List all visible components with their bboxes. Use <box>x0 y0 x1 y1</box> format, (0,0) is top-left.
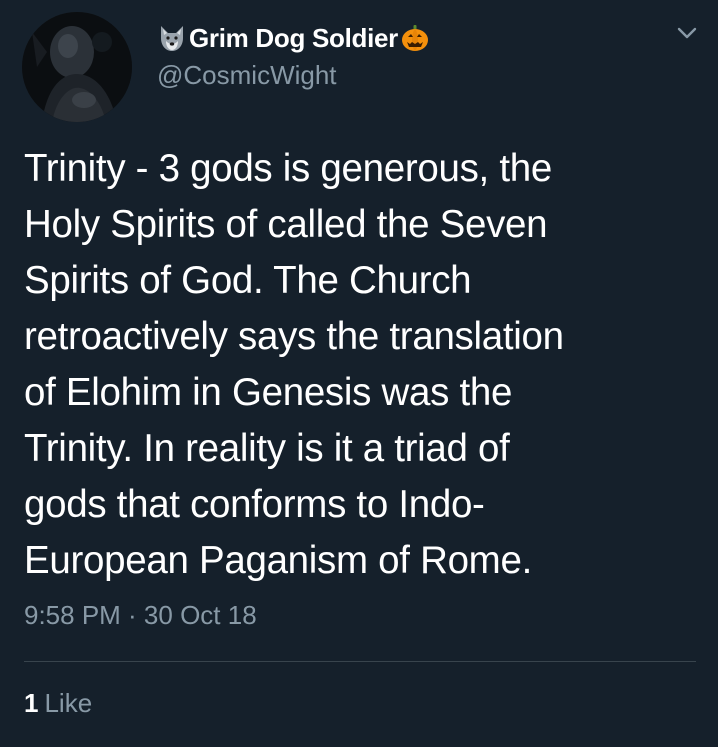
author-handle[interactable]: @CosmicWight <box>157 60 337 91</box>
tweet-text-line: Holy Spirits of called the Seven <box>24 203 548 246</box>
likes-label: Like <box>44 688 93 718</box>
chevron-down-icon[interactable] <box>674 20 700 46</box>
avatar-image <box>22 12 132 122</box>
avatar[interactable] <box>22 12 132 122</box>
divider <box>24 661 696 662</box>
tweet-text-line: European Paganism of Rome. <box>24 539 532 582</box>
likes-stat[interactable]: 1 Like <box>24 688 92 719</box>
tweet-text-line: Trinity. In reality is it a triad of <box>24 427 510 470</box>
jack-o-lantern-icon <box>400 23 430 53</box>
tweet-timestamp[interactable]: 9:58 PM · 30 Oct 18 <box>24 600 257 631</box>
tweet-text-line: retroactively says the translation <box>24 315 564 358</box>
tweet-text-line: of Elohim in Genesis was the <box>24 371 513 414</box>
tweet-text-line: Trinity - 3 gods is generous, the <box>24 147 552 190</box>
wolf-face-icon <box>157 23 187 53</box>
author-display-name: Grim Dog Soldier <box>189 22 399 53</box>
tweet-text-line: Spirits of God. The Church <box>24 259 472 302</box>
author-name-row[interactable]: Grim Dog Soldier <box>157 20 430 56</box>
tweet-card: Grim Dog Soldier @CosmicWight Trinity - … <box>0 0 718 747</box>
tweet-text: Trinity - 3 gods is generous, the Holy S… <box>24 141 694 589</box>
tweet-text-line: gods that conforms to Indo- <box>24 483 485 526</box>
likes-count: 1 <box>24 688 39 718</box>
